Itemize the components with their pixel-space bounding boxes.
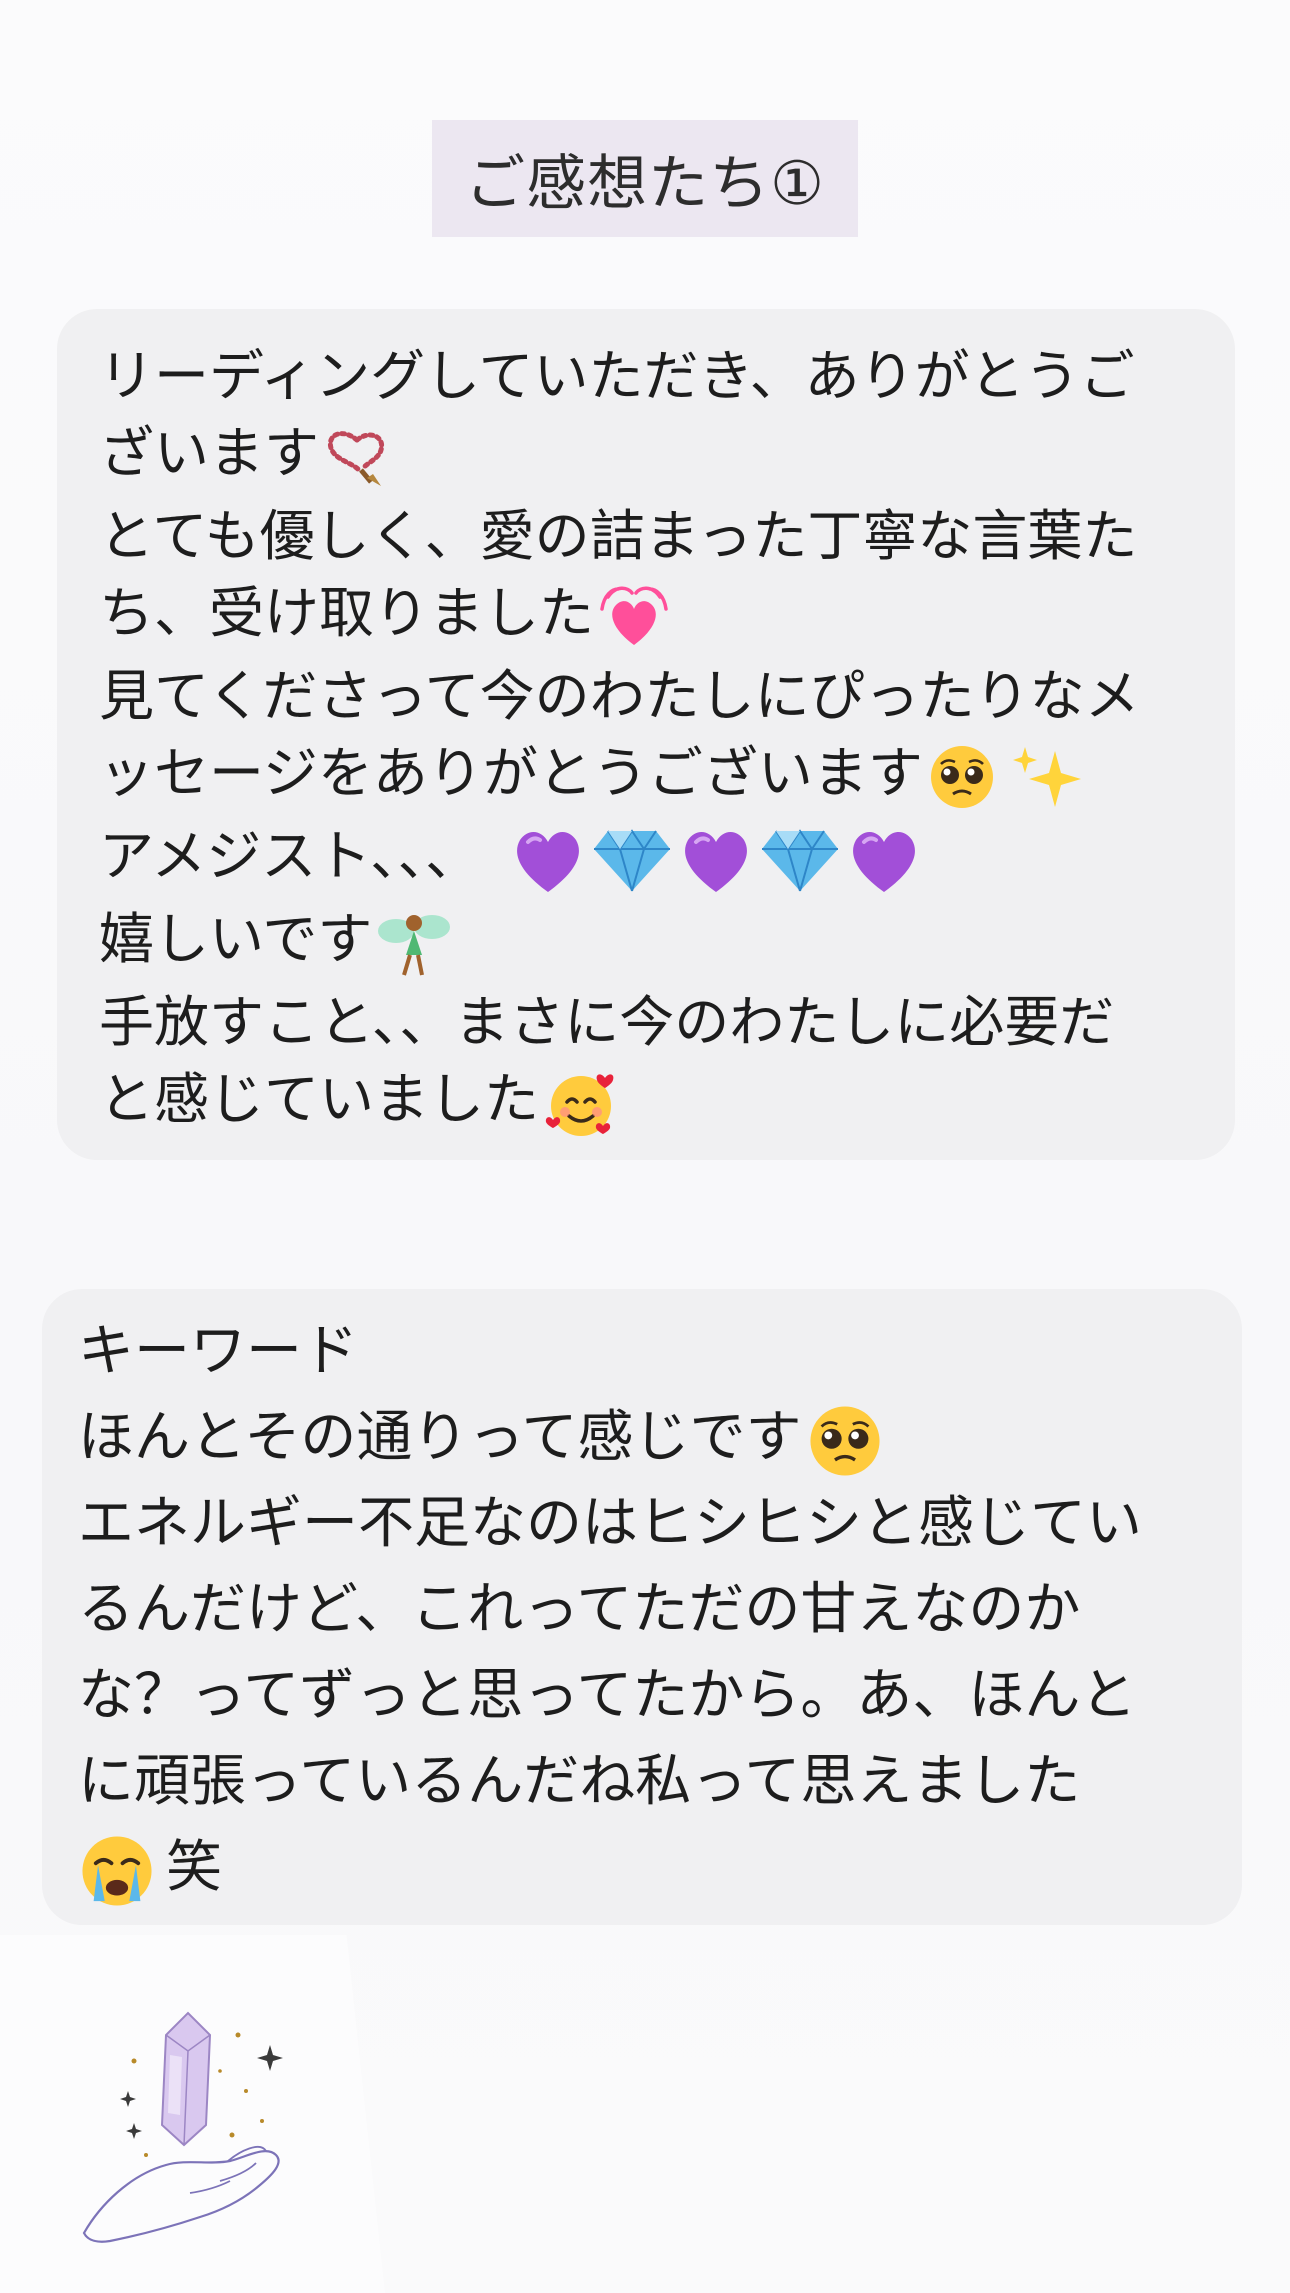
message-line: アメジスト、、、 <box>99 815 1195 898</box>
message-line: 手放すこと、、まさに今のわたしに必要だ <box>99 981 1195 1064</box>
message-line: エネルギー不足なのはヒシヒシと感じてい <box>78 1481 1234 1567</box>
message-text: ざいます <box>99 421 320 485</box>
title-banner: ご感想たち① <box>432 120 858 237</box>
message-line: ざいます <box>99 412 1195 495</box>
message-text: るんだけど、これってただの甘えなのか <box>78 1577 1081 1642</box>
message-line: に頑張っているんだね私って思えました <box>78 1739 1234 1825</box>
message-text: 手放すこと、、まさに今のわたしに必要だ <box>99 990 1115 1054</box>
message-line: と感じていました <box>99 1058 1195 1141</box>
page-title: ご感想たち① <box>465 149 825 219</box>
message-text: な？ってずっと思ってたから。あ、ほんと <box>78 1663 1137 1728</box>
crying-face-icon <box>78 1832 156 1910</box>
message-line: ッセージをありがとうございます <box>99 732 1195 815</box>
sparkles-icon <box>1011 743 1083 811</box>
purple-heart-icon <box>508 824 588 896</box>
message-line: キーワード <box>78 1309 1234 1395</box>
pleading-face-icon <box>927 742 997 812</box>
growing-heart-icon <box>598 583 670 651</box>
crystal-in-hand-illustration <box>70 1995 330 2255</box>
message-text: ほんとその通りって感じです <box>78 1405 802 1470</box>
message-text: ッセージをありがとうございます <box>99 741 923 805</box>
fairy-icon <box>376 905 452 981</box>
purple-heart-icon <box>844 824 924 896</box>
message-line: 嬉しいです <box>99 898 1195 981</box>
message-text: 見てくださって今のわたしにぴったりなメ <box>99 664 1140 728</box>
message-text: エネルギー不足なのはヒシヒシと感じてい <box>78 1491 1142 1556</box>
review-message-2: キーワード ほんとその通りって感じです エネルギー不足なのはヒシヒシと感じてい … <box>42 1289 1242 1925</box>
smiling-face-with-hearts-icon <box>543 1066 621 1140</box>
message-line: な？ってずっと思ってたから。あ、ほんと <box>78 1653 1234 1739</box>
message-text: リーディングしていただき、ありがとうご <box>99 344 1135 408</box>
message-text: アメジスト、、、 <box>99 824 481 888</box>
message-text: と感じていました <box>99 1067 540 1131</box>
gem-icon <box>592 825 672 895</box>
pleading-face-icon <box>806 1402 884 1480</box>
purple-heart-icon <box>676 824 756 896</box>
message-text: 笑 <box>166 1835 222 1900</box>
message-line: 笑 <box>78 1825 1234 1911</box>
message-line: とても優しく、愛の詰まった丁寧な言葉た <box>99 495 1195 578</box>
gem-icon <box>760 825 840 895</box>
message-text: に頑張っているんだね私って思えました <box>78 1749 1081 1814</box>
message-text: キーワード <box>78 1319 358 1384</box>
message-text: 嬉しいです <box>99 907 373 971</box>
message-text: ち、受け取りました <box>99 581 595 645</box>
review-message-1: リーディングしていただき、ありがとうご ざいます とても優しく、愛の詰まった丁寧… <box>57 309 1235 1160</box>
message-line: ほんとその通りって感じです <box>78 1395 1234 1481</box>
message-text: とても優しく、愛の詰まった丁寧な言葉た <box>99 504 1138 568</box>
message-line: るんだけど、これってただの甘えなのか <box>78 1567 1234 1653</box>
message-line: 見てくださって今のわたしにぴったりなメ <box>99 655 1195 738</box>
prayer-beads-icon <box>323 426 391 488</box>
message-line: リーディングしていただき、ありがとうご <box>99 335 1195 418</box>
message-line: ち、受け取りました <box>99 572 1195 655</box>
